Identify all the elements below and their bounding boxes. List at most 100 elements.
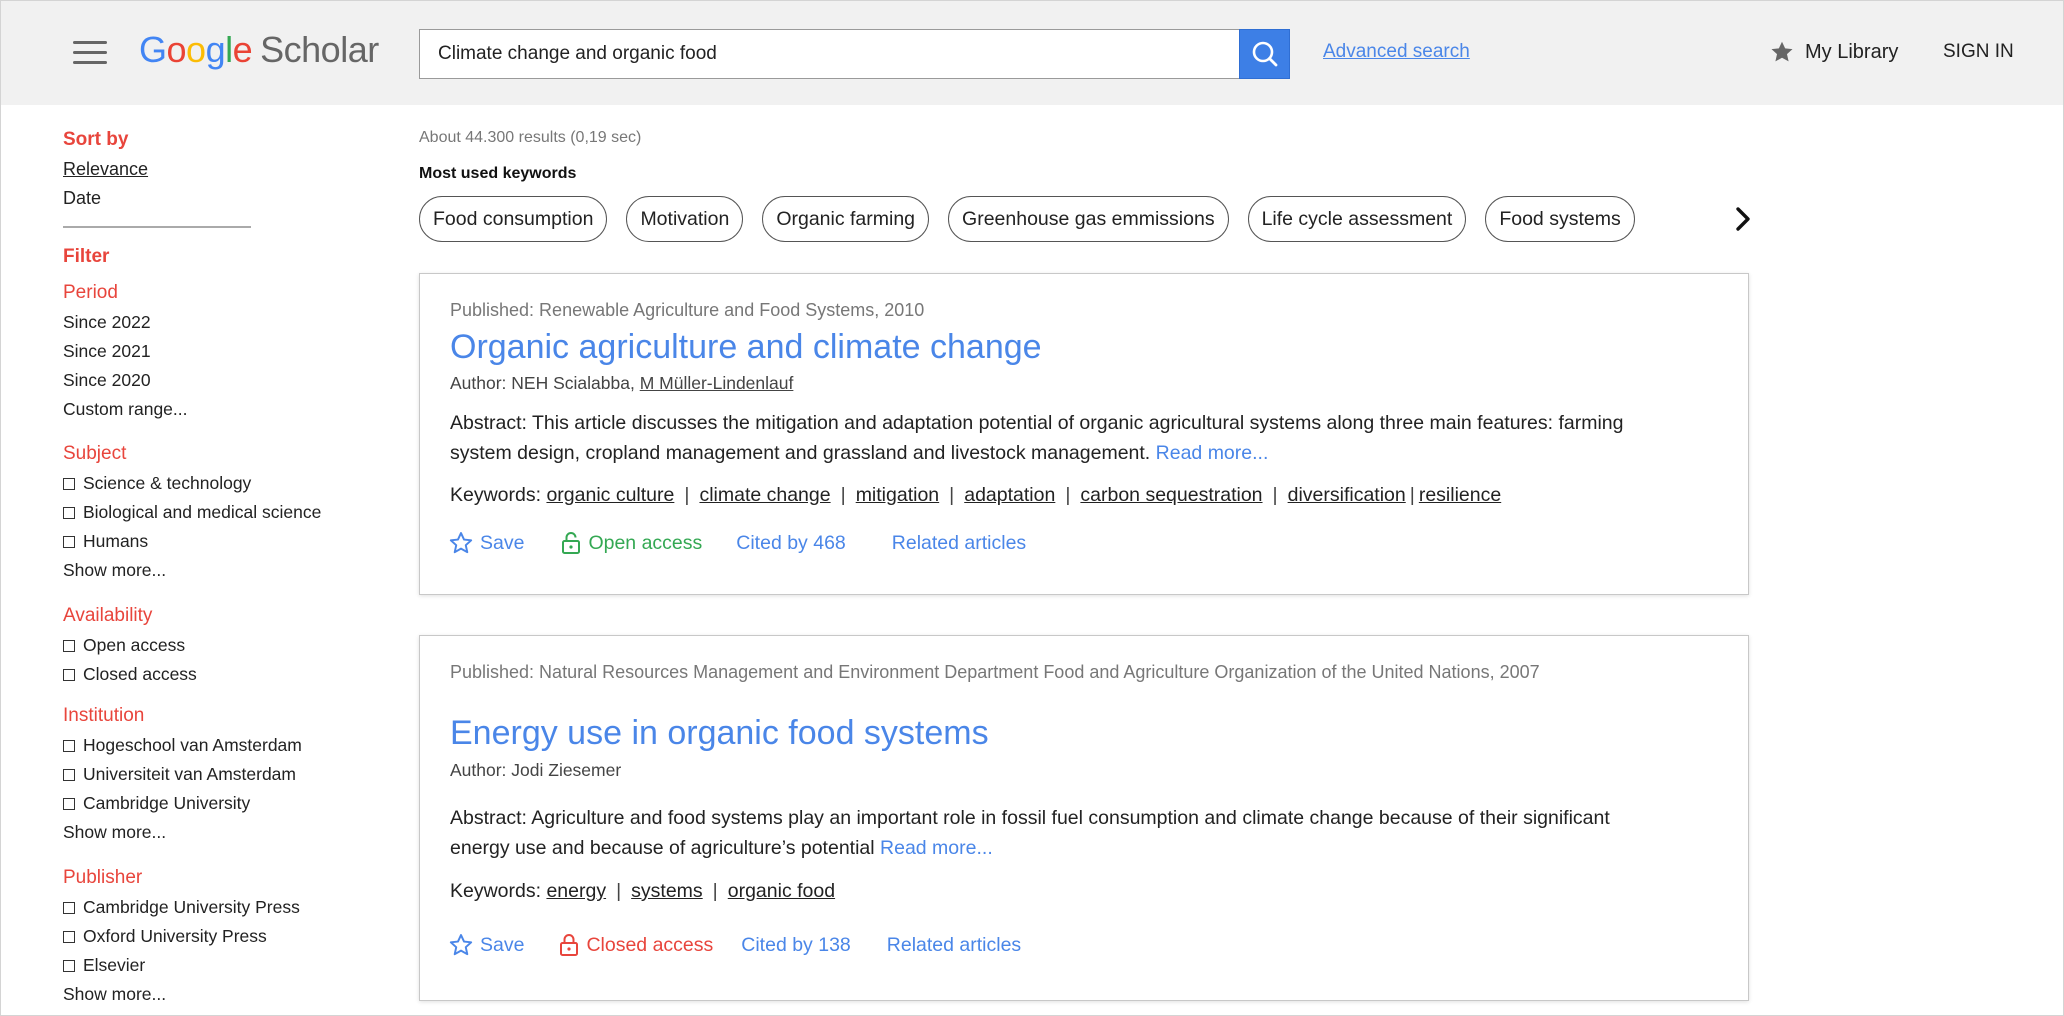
result-title-link[interactable]: Energy use in organic food systems	[450, 714, 989, 753]
checkbox[interactable]	[63, 739, 75, 752]
sidebar-divider	[63, 226, 251, 228]
publisher-checkbox-oup[interactable]: Oxford University Press	[63, 926, 267, 947]
result-keywords: Keywords: organic culture | climate change…	[450, 484, 1502, 506]
star-outline-icon	[449, 532, 473, 554]
period-since-2022[interactable]: Since 2022	[63, 312, 151, 333]
menu-icon[interactable]	[73, 39, 107, 65]
subject-heading: Subject	[63, 443, 127, 464]
keyword-chip[interactable]: Life cycle assessment	[1247, 196, 1467, 242]
result-author: Author: NEH Scialabba, M Müller-Lindenla…	[450, 373, 794, 393]
institution-checkbox-cambridge[interactable]: Cambridge University	[63, 793, 250, 814]
keyword-link[interactable]: organic culture	[546, 484, 674, 506]
keyword-chips: Food consumption Motivation Organic farm…	[419, 196, 1635, 242]
keyword-link[interactable]: adaptation	[964, 484, 1055, 506]
result-actions: Save Closed access Cited by 138 Related …	[448, 932, 1021, 958]
keyword-link[interactable]: climate change	[699, 484, 830, 506]
checkbox[interactable]	[63, 506, 75, 519]
star-outline-icon	[449, 934, 473, 956]
save-button[interactable]: Save	[448, 932, 524, 958]
sort-relevance[interactable]: Relevance	[63, 159, 148, 180]
search-input[interactable]	[420, 30, 1239, 78]
checkbox[interactable]	[63, 639, 75, 652]
subject-checkbox-science[interactable]: Science & technology	[63, 473, 251, 494]
google-scholar-logo[interactable]: Google Scholar	[139, 29, 379, 71]
institution-checkbox-hva[interactable]: Hogeschool van Amsterdam	[63, 735, 302, 756]
related-articles-link[interactable]: Related articles	[892, 532, 1026, 555]
checkbox[interactable]	[63, 901, 75, 914]
period-since-2021[interactable]: Since 2021	[63, 341, 151, 362]
my-library-button[interactable]: My Library	[1769, 39, 1898, 65]
result-author: Author: Jodi Ziesemer	[450, 760, 622, 780]
cited-by-link[interactable]: Cited by 138	[741, 934, 851, 957]
keyword-chip[interactable]: Greenhouse gas emmissions	[948, 196, 1229, 242]
read-more-link[interactable]: Read more...	[880, 837, 993, 859]
checkbox[interactable]	[63, 535, 75, 548]
checkbox[interactable]	[63, 768, 75, 781]
publisher-checkbox-elsevier[interactable]: Elsevier	[63, 955, 145, 976]
publisher-checkbox-cup[interactable]: Cambridge University Press	[63, 897, 300, 918]
keyword-link[interactable]: carbon sequestration	[1080, 484, 1262, 506]
checkbox[interactable]	[63, 477, 75, 490]
keyword-link[interactable]: resilience	[1419, 484, 1501, 506]
sign-in-button[interactable]: SIGN IN	[1943, 41, 2014, 63]
search-icon	[1252, 41, 1277, 67]
publisher-heading: Publisher	[63, 867, 143, 888]
subject-checkbox-biological[interactable]: Biological and medical science	[63, 502, 321, 523]
keyword-chip[interactable]: Motivation	[626, 196, 744, 242]
keyword-chip[interactable]: Food consumption	[419, 196, 608, 242]
keyword-link[interactable]: energy	[546, 880, 606, 902]
publisher-show-more[interactable]: Show more...	[63, 984, 166, 1005]
advanced-search-link[interactable]: Advanced search	[1323, 41, 1470, 63]
period-heading: Period	[63, 282, 118, 303]
checkbox[interactable]	[63, 930, 75, 943]
result-keywords: Keywords: energy | systems | organic food	[450, 880, 836, 902]
chevron-right-icon[interactable]	[1729, 205, 1757, 233]
closed-access-button[interactable]: Closed access	[558, 933, 713, 957]
cited-by-link[interactable]: Cited by 468	[736, 532, 846, 555]
top-bar: GoogleScholar Advanced search My Library…	[1, 1, 2063, 105]
result-published: Published: Natural Resources Management …	[450, 662, 1540, 682]
sort-date[interactable]: Date	[63, 188, 101, 209]
result-card: Published: Natural Resources Management …	[419, 635, 1749, 1001]
keyword-chip[interactable]: Organic farming	[762, 196, 930, 242]
subject-show-more[interactable]: Show more...	[63, 560, 166, 581]
checkbox[interactable]	[63, 797, 75, 810]
result-actions: Save Open access Cited by 468 Related ar…	[448, 530, 1026, 556]
keyword-chip[interactable]: Food systems	[1485, 196, 1635, 242]
filter-heading: Filter	[63, 246, 110, 267]
period-since-2020[interactable]: Since 2020	[63, 370, 151, 391]
sort-by-heading: Sort by	[63, 129, 129, 150]
related-articles-link[interactable]: Related articles	[887, 934, 1021, 957]
keyword-link[interactable]: mitigation	[856, 484, 939, 506]
my-library-label: My Library	[1805, 40, 1899, 63]
author-link[interactable]: M Müller-Lindenlauf	[640, 373, 794, 393]
search-button[interactable]	[1239, 29, 1290, 79]
availability-heading: Availability	[63, 605, 153, 626]
lock-icon	[560, 934, 579, 956]
checkbox[interactable]	[63, 668, 75, 681]
keywords-title: Most used keywords	[419, 165, 577, 182]
result-card: Published: Renewable Agriculture and Foo…	[419, 273, 1749, 595]
checkbox[interactable]	[63, 959, 75, 972]
open-access-button[interactable]: Open access	[560, 531, 702, 555]
keyword-link[interactable]: organic food	[728, 880, 835, 902]
institution-show-more[interactable]: Show more...	[63, 822, 166, 843]
result-abstract: Abstract: This article discusses the mit…	[450, 412, 1624, 464]
subject-checkbox-humans[interactable]: Humans	[63, 531, 148, 552]
availability-checkbox-open[interactable]: Open access	[63, 635, 185, 656]
institution-heading: Institution	[63, 705, 145, 726]
institution-checkbox-uva[interactable]: Universiteit van Amsterdam	[63, 764, 296, 785]
period-custom-range[interactable]: Custom range...	[63, 399, 188, 420]
read-more-link[interactable]: Read more...	[1156, 442, 1269, 464]
keyword-link[interactable]: diversification	[1288, 484, 1406, 506]
results-count: About 44.300 results (0,19 sec)	[419, 129, 642, 146]
unlock-icon	[562, 532, 581, 554]
save-button[interactable]: Save	[448, 530, 524, 556]
result-title-link[interactable]: Organic agriculture and climate change	[450, 328, 1042, 367]
result-published: Published: Renewable Agriculture and Foo…	[450, 300, 925, 320]
result-abstract: Abstract: Agriculture and food systems p…	[450, 807, 1610, 859]
availability-checkbox-closed[interactable]: Closed access	[63, 664, 197, 685]
keyword-link[interactable]: systems	[631, 880, 703, 902]
search-box	[419, 29, 1239, 79]
star-icon	[1771, 41, 1793, 62]
